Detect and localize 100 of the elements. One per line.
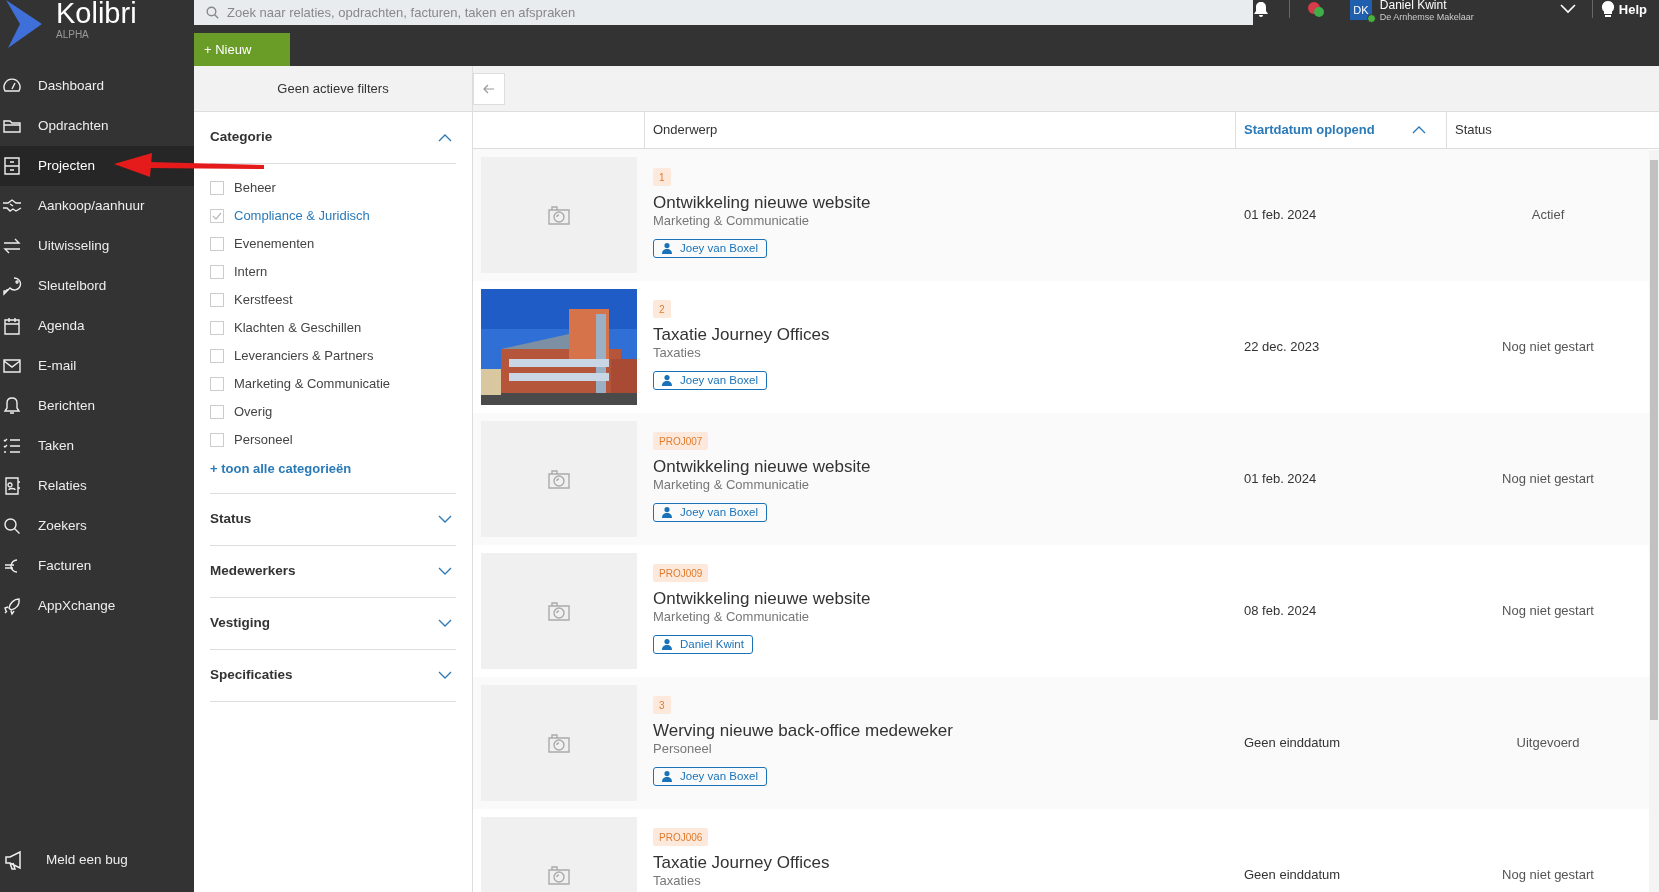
chevron-down-icon bbox=[438, 515, 452, 523]
bell-icon bbox=[2, 396, 22, 416]
table-row[interactable]: 1 Ontwikkeling nieuwe website Marketing & Communicatie Joey van Boxel 01 feb. 2024 Actief bbox=[473, 149, 1649, 281]
table-cell-text: Nog niet gestart bbox=[1502, 470, 1594, 489]
assignee-tag[interactable]: Joey van Boxel bbox=[653, 371, 767, 390]
filter-section-header[interactable]: Specificaties bbox=[210, 649, 456, 701]
table-cell-text: Nog niet gestart bbox=[1502, 338, 1594, 357]
chevron-up-icon bbox=[1412, 126, 1426, 134]
assignee-tag[interactable]: Daniel Kwint bbox=[653, 635, 753, 654]
project-code-badge: PROJ009 bbox=[653, 564, 709, 582]
assignee-tag[interactable]: Joey van Boxel bbox=[653, 503, 767, 522]
app-name: Kolibri bbox=[56, 0, 137, 30]
online-indicator bbox=[1366, 14, 1376, 23]
scrollbar[interactable] bbox=[1649, 150, 1659, 892]
category-checkbox[interactable]: Kerstfeest bbox=[210, 286, 456, 314]
person-icon bbox=[662, 375, 672, 386]
project-category: Marketing & Communicatie bbox=[653, 609, 810, 625]
checklist-icon bbox=[2, 436, 22, 456]
project-title[interactable]: Ontwikkeling nieuwe website bbox=[653, 457, 871, 477]
camera-icon bbox=[547, 204, 571, 226]
project-title[interactable]: Taxatie Journey Offices bbox=[653, 853, 830, 873]
cabinet-icon bbox=[2, 156, 22, 176]
category-checkbox[interactable]: Marketing & Communicatie bbox=[210, 370, 456, 398]
table-cell-text: Actief bbox=[1531, 206, 1565, 225]
sidebar-item[interactable]: Facturen bbox=[0, 546, 92, 586]
report-bug-link[interactable]: Meld een bug bbox=[46, 849, 128, 871]
table-row[interactable]: PROJ007 Ontwikkeling nieuwe website Marketing & Communicatie Joey van Boxel 01 feb. 2024 Nog niet gestart bbox=[473, 413, 1649, 545]
camera-icon bbox=[547, 864, 571, 886]
user-name: Daniel Kwint bbox=[1379, 0, 1448, 12]
project-category: Marketing & Communicatie bbox=[653, 477, 810, 493]
camera-icon bbox=[547, 468, 571, 490]
sidebar-item[interactable]: Sleutelbord bbox=[0, 266, 107, 306]
project-category: Taxaties bbox=[653, 345, 701, 361]
assignee-tag[interactable]: Joey van Boxel bbox=[653, 239, 767, 258]
chevron-up-icon bbox=[438, 133, 452, 142]
search-icon bbox=[2, 516, 22, 536]
chevron-down-icon bbox=[438, 671, 452, 679]
table-cell-text: 01 feb. 2024 bbox=[1244, 206, 1317, 225]
project-category: Taxaties bbox=[653, 873, 701, 889]
table-cell-text: Nog niet gestart bbox=[1502, 866, 1594, 885]
sidebar-item[interactable]: Dashboard bbox=[0, 66, 105, 106]
filter-section-header[interactable]: Status bbox=[210, 493, 456, 545]
show-all-categories-link[interactable]: + toon alle categorieën bbox=[210, 459, 456, 479]
category-checkbox[interactable]: Intern bbox=[210, 258, 456, 286]
table-cell-text: 01 feb. 2024 bbox=[1244, 470, 1317, 489]
logo-icon bbox=[4, 0, 44, 48]
category-checkbox[interactable]: Klachten & Geschillen bbox=[210, 314, 456, 342]
help-link[interactable]: Help bbox=[1618, 0, 1647, 20]
sidebar-item[interactable]: Agenda bbox=[0, 306, 85, 346]
sidebar-item[interactable]: Taken bbox=[0, 426, 75, 466]
sidebar-item[interactable]: Opdrachten bbox=[0, 106, 109, 146]
column-header[interactable]: Startdatum oplopend bbox=[1236, 112, 1447, 148]
project-code-badge: 2 bbox=[653, 300, 671, 318]
project-category: Marketing & Communicatie bbox=[653, 213, 810, 229]
column-header[interactable]: Onderwerp bbox=[645, 112, 1236, 148]
chevron-down-icon bbox=[438, 619, 452, 627]
table-cell-text: Geen einddatum bbox=[1244, 866, 1341, 885]
table-row[interactable]: 3 Werving nieuwe back-office medeweker Personeel Joey van Boxel Geen einddatum Uitgevoerd bbox=[473, 677, 1649, 809]
category-checkbox[interactable]: Beheer bbox=[210, 174, 456, 202]
search-icon bbox=[206, 6, 219, 19]
search-field[interactable]: Zoek naar relaties, opdrachten, facturen, taken en afspraken bbox=[194, 0, 1253, 25]
category-checkbox[interactable]: Leveranciers & Partners bbox=[210, 342, 456, 370]
project-code-badge: PROJ006 bbox=[653, 828, 709, 846]
project-title[interactable]: Ontwikkeling nieuwe website bbox=[653, 193, 871, 213]
category-checkbox[interactable]: Evenementen bbox=[210, 230, 456, 258]
category-checkbox[interactable]: Compliance & Juridisch bbox=[210, 202, 456, 230]
person-icon bbox=[662, 243, 672, 254]
camera-icon bbox=[547, 600, 571, 622]
sidebar-item[interactable]: Uitwisseling bbox=[0, 226, 110, 266]
category-checkbox[interactable]: Overig bbox=[210, 398, 456, 426]
filter-summary: Geen actieve filters bbox=[277, 79, 389, 98]
status-icon[interactable] bbox=[1305, 1, 1326, 18]
sidebar-item[interactable]: Relaties bbox=[0, 466, 87, 506]
table-cell-text: Nog niet gestart bbox=[1502, 602, 1594, 621]
table-cell-text: Uitgevoerd bbox=[1516, 734, 1580, 753]
project-title[interactable]: Werving nieuwe back-office medeweker bbox=[653, 721, 953, 741]
contact-card-icon bbox=[2, 476, 22, 496]
company-name: De Arnhemse Makelaar bbox=[1379, 12, 1475, 23]
project-code-badge: PROJ007 bbox=[653, 432, 709, 450]
project-title[interactable]: Taxatie Journey Offices bbox=[653, 325, 830, 345]
envelope-icon bbox=[2, 356, 22, 376]
filter-section-header[interactable]: Vestiging bbox=[210, 597, 456, 649]
bell-icon[interactable] bbox=[1252, 1, 1269, 18]
chevron-down-icon[interactable] bbox=[1559, 4, 1576, 14]
filter-section-header[interactable]: Categorie bbox=[210, 112, 456, 163]
category-checkbox[interactable]: Personeel bbox=[210, 426, 456, 454]
sidebar-item[interactable]: Berichten bbox=[0, 386, 96, 426]
person-icon bbox=[662, 639, 672, 650]
sidebar-item[interactable]: AppXchange bbox=[0, 586, 116, 626]
project-title[interactable]: Ontwikkeling nieuwe website bbox=[653, 589, 871, 609]
filter-section-header[interactable]: Medewerkers bbox=[210, 545, 456, 597]
lightbulb-icon bbox=[1600, 1, 1615, 19]
user-avatar[interactable]: DK bbox=[1349, 0, 1372, 20]
assignee-tag[interactable]: Joey van Boxel bbox=[653, 767, 767, 786]
column-header[interactable]: Status bbox=[1447, 112, 1659, 148]
app-edition: ALPHA bbox=[56, 30, 90, 40]
sidebar-item[interactable]: Zoekers bbox=[0, 506, 87, 546]
sidebar-item[interactable]: E-mail bbox=[0, 346, 77, 386]
sidebar-item[interactable]: Aankoop/aanhuur bbox=[0, 186, 145, 226]
person-icon bbox=[662, 771, 672, 782]
